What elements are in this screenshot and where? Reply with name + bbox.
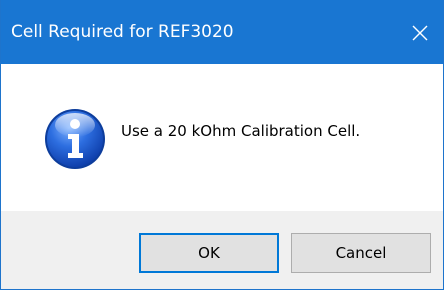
button-bar: OK Cancel <box>1 211 443 289</box>
message-dialog: Cell Required for REF3020 Use a 20 kOhm … <box>0 0 444 290</box>
dialog-message: Use a 20 kOhm Calibration Cell. <box>121 122 361 140</box>
ok-button[interactable]: OK <box>139 233 279 273</box>
dialog-content: Use a 20 kOhm Calibration Cell. <box>1 64 443 211</box>
close-button[interactable] <box>397 0 443 64</box>
dialog-title: Cell Required for REF3020 <box>11 22 234 42</box>
title-bar: Cell Required for REF3020 <box>1 0 443 64</box>
close-icon <box>412 25 428 41</box>
info-icon <box>45 109 105 169</box>
cancel-button[interactable]: Cancel <box>291 233 431 273</box>
